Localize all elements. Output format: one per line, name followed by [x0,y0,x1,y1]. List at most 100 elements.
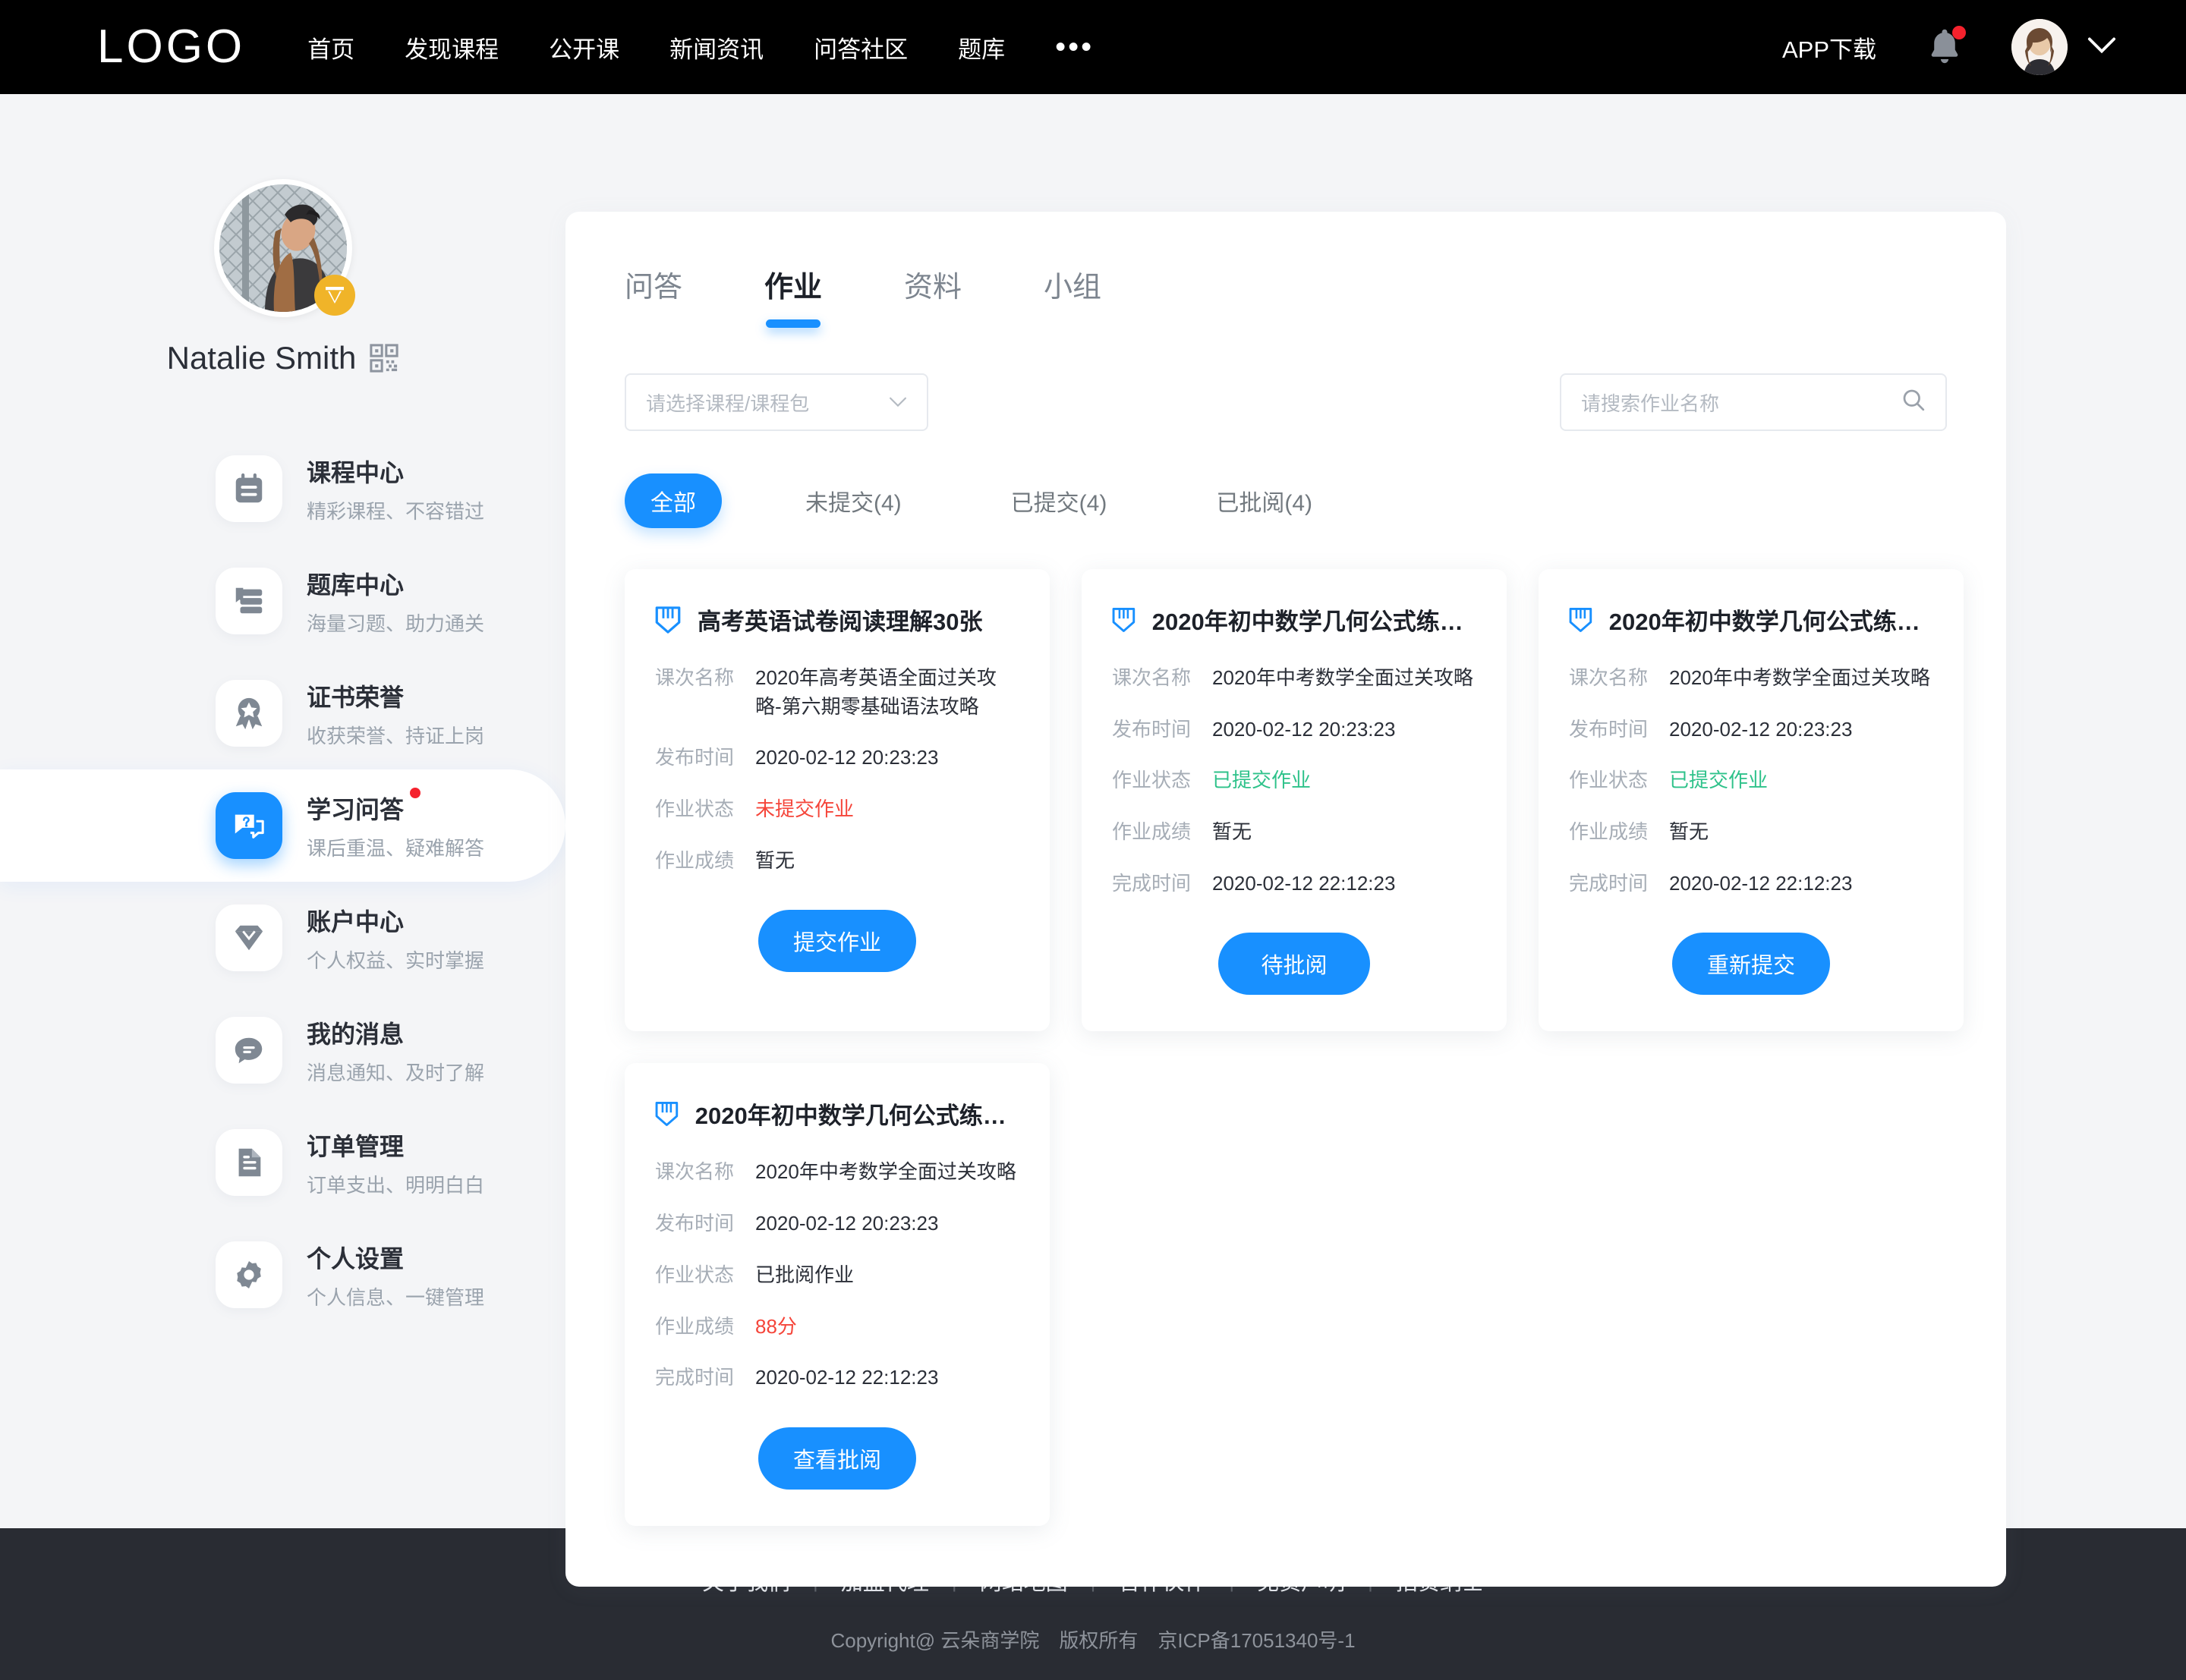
card-rows: 课次名称 2020年中考数学全面过关攻略 发布时间 2020-02-12 20:… [655,1158,1019,1392]
row-label: 完成时间 [1569,871,1649,895]
status-filter-chips: 全部 未提交(4) 已提交(4) 已批阅(4) [565,431,2006,528]
diamond-icon [325,287,344,304]
status-badge: 已提交作业 [1669,769,1769,792]
homework-card[interactable]: 2020年初中数学几何公式练习作… 课次名称 2020年中考数学全面过关攻略 发… [625,1063,1050,1526]
sidebar-item-account-center[interactable]: 账户中心 个人权益、实时掌握 [0,882,565,994]
sidebar-item-label: 题库中心 [307,571,405,599]
nav-item-4[interactable]: 问答社区 [814,30,908,64]
homework-card[interactable]: 2020年初中数学几何公式练习作… 课次名称 2020年中考数学全面过关攻略 发… [1082,569,1507,1032]
account-chevron-down-icon[interactable] [2087,36,2116,58]
row-label: 作业状态 [1112,769,1192,792]
row-value: 暂无 [755,848,795,872]
submit-homework-button[interactable]: 提交作业 [758,910,916,973]
homework-card-grid: 高考英语试卷阅读理解30张 课次名称 2020年高考英语全面过关攻略-第六期零基… [565,528,2006,1526]
search-icon[interactable] [1901,388,1926,417]
row-value: 暂无 [1212,820,1252,844]
sidebar-item-label: 课程中心 [307,458,405,486]
row-label: 课次名称 [655,1160,735,1184]
menu-text: 个人设置 个人信息、一键管理 [307,1240,484,1310]
row-label: 作业成绩 [655,848,735,872]
nav-item-5[interactable]: 题库 [958,30,1005,64]
row-label: 课次名称 [1569,666,1649,689]
sidebar-item-title: 学习问答 [307,787,421,826]
row-label: 完成时间 [655,1366,735,1389]
card-header: 2020年初中数学几何公式练习作… [1112,602,1476,637]
chip-unsubmitted[interactable]: 未提交(4) [780,473,928,528]
homework-card[interactable]: 高考英语试卷阅读理解30张 课次名称 2020年高考英语全面过关攻略-第六期零基… [625,569,1050,1032]
course-select[interactable]: 请选择课程/课程包 [625,373,928,431]
nav-item-1[interactable]: 发现课程 [405,30,499,64]
row-finish: 完成时间 2020-02-12 22:12:23 [655,1364,1019,1392]
homework-badge-icon [655,606,681,634]
app-download-link[interactable]: APP下载 [1782,30,1876,64]
chip-reviewed[interactable]: 已批阅(4) [1190,473,1338,528]
footer-copyright: Copyright@ 云朵商学院 版权所有 京ICP备17051340号-1 [830,1625,1355,1653]
row-lesson: 课次名称 2020年中考数学全面过关攻略 [655,1158,1019,1187]
page-body: Natalie Smith 课程中心 精彩课程、不容错过 题库中心 海量习题、助… [0,94,2186,1587]
row-lesson: 课次名称 2020年中考数学全面过关攻略 [1569,664,1933,693]
row-finish: 完成时间 2020-02-12 22:12:23 [1569,870,1933,898]
tab-homework[interactable]: 作业 [764,263,822,323]
row-label: 发布时间 [655,746,735,769]
row-label: 发布时间 [1112,717,1192,741]
sidebar-item-course-center[interactable]: 课程中心 精彩课程、不容错过 [0,433,565,545]
profile-user-name: Natalie Smith [166,340,357,376]
row-status: 作业状态 已批阅作业 [655,1261,1019,1290]
row-score: 作业成绩 暂无 [1112,818,1476,847]
sidebar-item-question-bank[interactable]: 题库中心 海量习题、助力通关 [0,545,565,657]
notification-bell-button[interactable] [1925,26,1966,68]
tab-groups[interactable]: 小组 [1044,263,1101,323]
sidebar-item-label: 我的消息 [307,1020,405,1048]
row-label: 课次名称 [1112,666,1192,689]
view-review-button[interactable]: 查看批阅 [758,1427,916,1490]
tab-qa[interactable]: 问答 [625,263,682,323]
sidebar-item-title: 证书荣誉 [307,678,404,713]
row-lesson: 课次名称 2020年高考英语全面过关攻略-第六期零基础语法攻略 [655,664,1019,721]
homework-card[interactable]: 2020年初中数学几何公式练习作… 课次名称 2020年中考数学全面过关攻略 发… [1539,569,1964,1032]
chip-submitted[interactable]: 已提交(4) [985,473,1133,528]
pending-review-button[interactable]: 待批阅 [1218,933,1370,996]
card-rows: 课次名称 2020年高考英语全面过关攻略-第六期零基础语法攻略 发布时间 202… [655,664,1019,875]
row-lesson: 课次名称 2020年中考数学全面过关攻略 [1112,664,1476,693]
sidebar-item-orders[interactable]: 订单管理 订单支出、明明白白 [0,1106,565,1219]
chevron-down-icon [889,392,907,413]
resubmit-button[interactable]: 重新提交 [1671,933,1830,996]
sidebar-item-sub: 收获荣誉、持证上岗 [307,724,485,747]
sidebar-item-my-messages[interactable]: 我的消息 消息通知、及时了解 [0,994,565,1106]
top-header: LOGO 首页 发现课程 公开课 新闻资讯 问答社区 题库 ••• APP下载 [0,0,2186,94]
row-status: 作业状态 已提交作业 [1112,766,1476,795]
row-label: 作业成绩 [1569,820,1649,844]
card-header: 高考英语试卷阅读理解30张 [655,602,1019,637]
avatar-image [2011,19,2068,75]
tab-materials[interactable]: 资料 [904,263,962,323]
nav-more-icon[interactable]: ••• [1055,32,1094,62]
sidebar-item-certificates[interactable]: 证书荣誉 收获荣誉、持证上岗 [0,657,565,769]
book-list-icon [235,587,263,614]
sidebar-item-study-qa[interactable]: 学习问答 课后重温、疑难解答 [0,769,565,882]
nav-item-2[interactable]: 公开课 [549,30,619,64]
qrcode-icon[interactable] [370,344,398,373]
card-title: 2020年初中数学几何公式练习作… [1608,609,1933,635]
status-badge: 未提交作业 [755,798,855,821]
row-value: 2020-02-12 20:23:23 [1669,717,1853,741]
avatar[interactable] [2011,19,2068,75]
sidebar-menu: 课程中心 精彩课程、不容错过 题库中心 海量习题、助力通关 证书荣誉 收获荣誉、… [0,433,565,1331]
homework-badge-icon [655,1101,679,1126]
sidebar-item-settings[interactable]: 个人设置 个人信息、一键管理 [0,1219,565,1331]
site-logo[interactable]: LOGO [97,24,245,71]
chip-all[interactable]: 全部 [625,473,722,528]
sidebar-item-title: 我的消息 [307,1015,404,1050]
icp-text[interactable]: 京ICP备17051340号-1 [1158,1625,1355,1653]
menu-icon-wrap [216,904,282,971]
chat-question-icon [235,814,264,838]
menu-text: 课程中心 精彩课程、不容错过 [307,454,484,524]
nav-item-3[interactable]: 新闻资讯 [669,30,764,64]
row-status: 作业状态 已提交作业 [1569,766,1933,795]
nav-item-0[interactable]: 首页 [307,30,354,64]
row-publish: 发布时间 2020-02-12 20:23:23 [1112,716,1476,744]
sidebar-item-sub: 个人权益、实时掌握 [307,949,485,972]
row-value: 2020-02-12 22:12:23 [755,1366,939,1389]
main-panel: 问答 作业 资料 小组 请选择课程/课程包 请搜索作业名称 全部 未提交(4) [565,212,2006,1587]
sidebar-item-sub: 课后重温、疑难解答 [307,836,485,860]
search-input[interactable]: 请搜索作业名称 [1560,373,1947,431]
